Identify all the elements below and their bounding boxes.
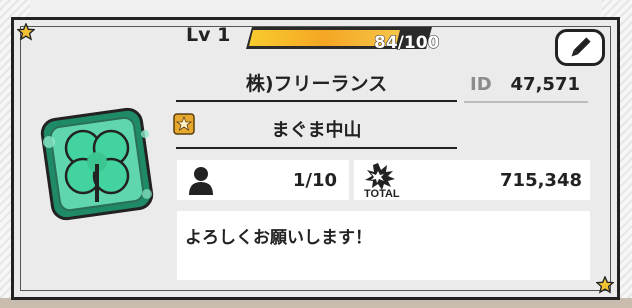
star-icon	[596, 276, 614, 294]
star-icon	[17, 23, 35, 41]
total-burst-icon: TOTAL	[364, 163, 400, 198]
pencil-icon	[571, 36, 591, 56]
total-label: TOTAL	[364, 188, 400, 198]
comment-box: よろしくお願いします！	[177, 211, 590, 280]
player-name: 株)フリーランス	[176, 64, 457, 102]
friends-count: 1/10	[292, 170, 337, 191]
guild-name: まぐま中山	[176, 111, 457, 149]
friends-stat: 1/10	[177, 160, 349, 200]
xp-text: 84/100	[373, 33, 440, 54]
total-value: 715,348	[500, 170, 582, 191]
id-value: 47,571	[510, 74, 580, 95]
comment-text: よろしくお願いします！	[185, 228, 372, 248]
person-icon	[189, 167, 213, 195]
guild-name-text: まぐま中山	[271, 120, 362, 141]
edit-profile-button[interactable]	[555, 29, 605, 66]
id-divider	[464, 101, 588, 103]
four-leaf-clover-avatar[interactable]	[35, 102, 160, 227]
player-name-text: 株)フリーランス	[245, 72, 388, 95]
level-label: Lv 1	[186, 24, 231, 46]
id-label: ID	[470, 74, 492, 95]
total-stat: TOTAL 715,348	[354, 160, 590, 200]
